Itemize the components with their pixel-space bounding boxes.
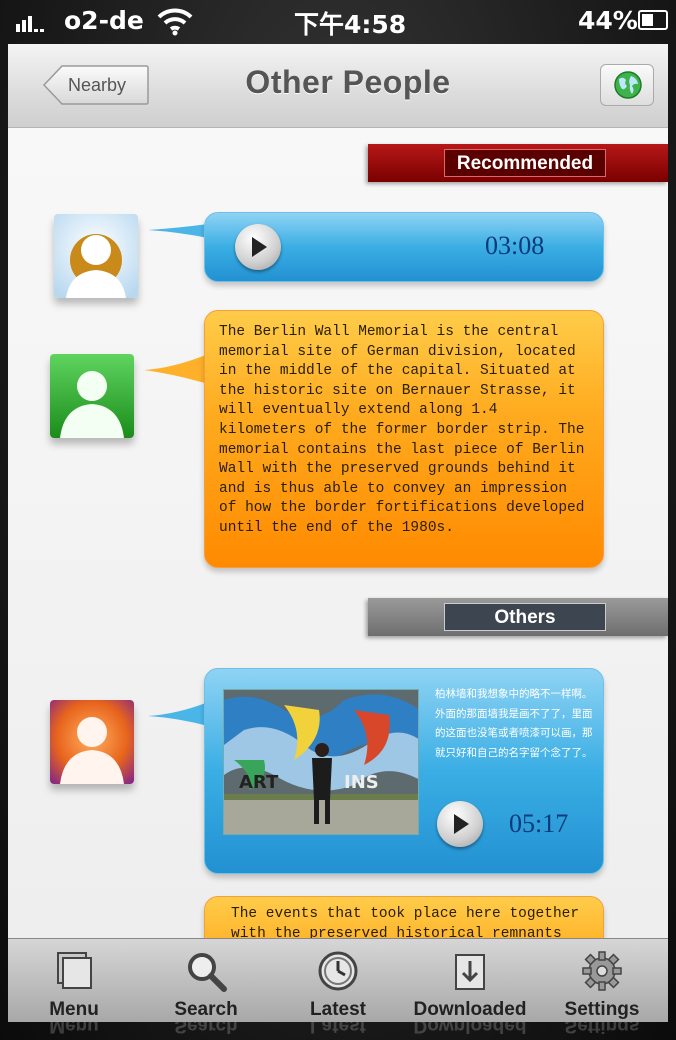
bubble-tail [148,702,208,726]
tab-menu[interactable]: Menu [8,939,140,1023]
bubble-tail [144,354,208,384]
battery-icon [638,10,668,30]
avatar[interactable] [54,214,138,298]
map-button[interactable] [600,64,654,106]
audio-duration: 05:17 [509,809,569,838]
avatar[interactable] [50,354,134,438]
wifi-icon [157,8,193,36]
tab-label: Latest [310,999,366,1020]
play-button[interactable] [235,224,281,270]
text-message-bubble[interactable]: The Berlin Wall Memorial is the central … [204,310,604,568]
download-icon [455,954,485,990]
section-label: Recommended [444,149,606,177]
tab-label: Menu [49,999,99,1020]
gear-icon [582,951,622,991]
audio-message-bubble[interactable]: 03:08 [204,212,604,282]
reflection-text: Settings [564,1022,640,1036]
reflection-text: Search [174,1022,238,1036]
user-silhouette-icon [50,700,134,784]
page-title: Other People [245,64,451,100]
avatar[interactable] [50,700,134,784]
reflection-text: Menu [49,1022,99,1036]
clock-icon [318,951,358,991]
section-header-others: Others [368,598,668,636]
message-photo[interactable]: ART INS [223,689,419,835]
search-icon [188,953,227,992]
svg-text:ART: ART [239,772,279,793]
play-button[interactable] [437,801,483,847]
play-icon [252,237,267,257]
carrier-label: o2-de [64,6,144,35]
battery-percent: 44% [578,6,638,35]
navigation-bar: Nearby Other People [8,44,668,128]
signal-icon [16,8,44,32]
text-message-bubble[interactable]: The events that took place here together… [204,896,604,938]
message-caption: 柏林墙和我想象中的略不一样啊。外面的那面墙我是画不了了，里面的这面也没笔或者喷漆… [435,688,593,759]
section-label: Others [444,603,606,631]
user-silhouette-icon [54,214,138,298]
tab-label: Downloaded [413,999,527,1020]
tab-label: Search [174,999,238,1020]
graffiti-wall-image: ART INS [224,690,418,834]
tab-latest[interactable]: Latest [272,939,404,1023]
svg-text:INS: INS [344,772,379,793]
conversation-list[interactable]: Recommended 03:08 The Berlin Wall Memori… [8,128,668,938]
section-header-recommended: Recommended [368,144,668,182]
tab-label: Settings [564,999,640,1020]
reflection-text: Latest [310,1022,366,1036]
tab-downloaded[interactable]: Downloaded [404,939,536,1023]
tab-search[interactable]: Search [140,939,272,1023]
tab-bar: Menu Search Latest Downloaded Settings [8,938,668,1022]
menu-icon [57,952,92,989]
message-text: The events that took place here together… [231,906,580,938]
status-bar: o2-de 下午4:58 44% [6,0,670,44]
play-icon [454,814,469,834]
user-silhouette-icon [50,354,134,438]
globe-icon [614,71,642,99]
clock-time: 下午4:58 [294,10,407,39]
audio-duration: 03:08 [485,231,545,260]
photo-message-bubble[interactable]: ART INS 柏林墙和我想象中的略不一样啊。外面的那面墙我是画不了了，里面的这… [204,668,604,874]
tab-settings[interactable]: Settings [536,939,668,1023]
tab-bar-reflection: Menu Search Latest Downloaded Settings [8,1022,668,1040]
message-text: The Berlin Wall Memorial is the central … [219,324,585,536]
reflection-text: Downloaded [413,1022,527,1036]
bubble-tail [148,224,208,238]
phone-frame: o2-de 下午4:58 44% Nearby Other People Rec… [0,0,676,1040]
